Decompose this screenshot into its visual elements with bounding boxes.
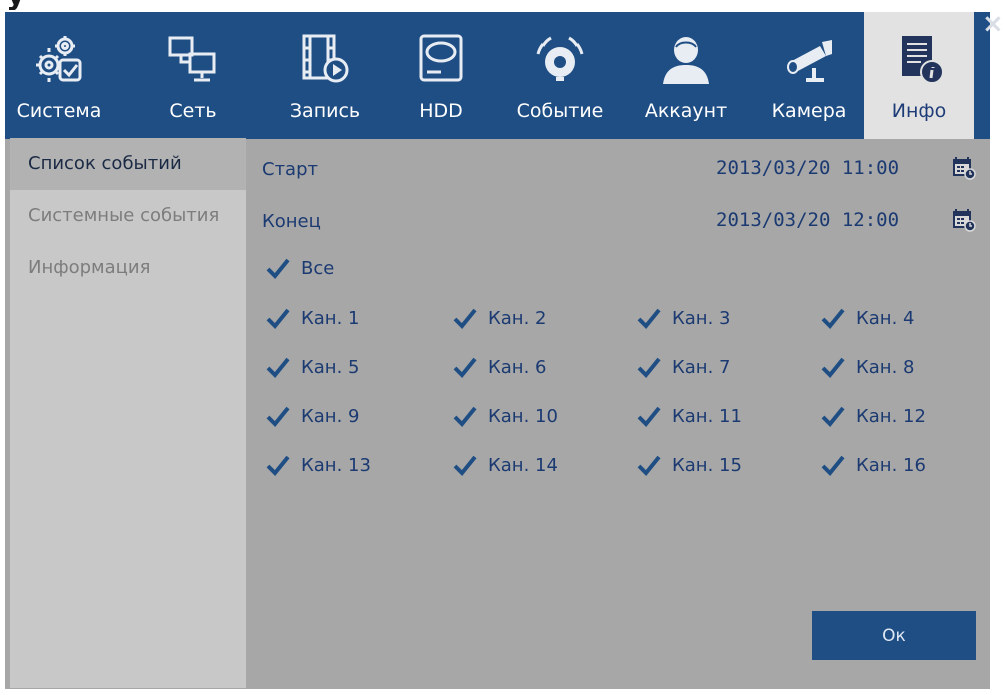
tab-hdd-label: HDD — [419, 100, 463, 122]
alarm-bell-icon — [532, 30, 588, 88]
channel-checkbox[interactable]: Кан. 15 — [636, 453, 742, 477]
channel-label: Кан. 13 — [301, 454, 371, 476]
channel-checkbox[interactable]: Кан. 6 — [452, 355, 546, 379]
tab-hdd[interactable]: HDD — [401, 12, 481, 139]
checkmark-icon — [265, 355, 291, 379]
film-record-icon — [297, 30, 353, 88]
channel-label: Кан. 4 — [856, 307, 915, 329]
sidebar: Список событий Системные события Информа… — [10, 138, 246, 688]
channel-label: Кан. 6 — [488, 356, 547, 378]
channel-label: Кан. 1 — [301, 307, 360, 329]
checkmark-icon — [636, 404, 662, 428]
hard-drive-icon — [413, 30, 469, 88]
checkmark-icon — [636, 355, 662, 379]
channel-checkbox[interactable]: Кан. 2 — [452, 306, 546, 330]
tab-info-label: Инфо — [891, 100, 947, 122]
channel-label: Кан. 14 — [488, 454, 558, 476]
tab-record[interactable]: Запись — [273, 12, 377, 139]
info-document-icon — [891, 30, 947, 88]
channel-checkbox[interactable]: Кан. 7 — [636, 355, 730, 379]
channel-checkbox[interactable]: Кан. 1 — [265, 306, 359, 330]
checkmark-icon — [265, 306, 291, 330]
checkmark-icon — [820, 453, 846, 477]
tab-record-label: Запись — [289, 100, 361, 122]
channel-checkbox[interactable]: Кан. 11 — [636, 404, 742, 428]
tab-network-label: Сеть — [169, 100, 217, 122]
channel-label: Кан. 15 — [672, 454, 742, 476]
tab-camera[interactable]: Камера — [757, 12, 861, 139]
sidebar-item-information[interactable]: Информация — [10, 242, 246, 294]
channel-label: Кан. 3 — [672, 307, 731, 329]
end-label: Конец — [262, 211, 321, 232]
event-search-panel: Старт 2013/03/20 11:00 Конец 2013/03/20 … — [252, 138, 990, 688]
channel-label: Кан. 8 — [856, 356, 915, 378]
start-label: Старт — [262, 159, 318, 180]
channel-label: Кан. 11 — [672, 405, 742, 427]
channel-label: Кан. 7 — [672, 356, 731, 378]
channel-checkbox[interactable]: Кан. 3 — [636, 306, 730, 330]
ok-button[interactable]: Ок — [812, 611, 976, 660]
tab-network[interactable]: Сеть — [145, 12, 241, 139]
tab-account[interactable]: Аккаунт — [634, 12, 738, 139]
tab-camera-label: Камера — [771, 100, 847, 122]
checkmark-icon — [265, 256, 291, 280]
page-top-strip — [0, 0, 1004, 12]
channel-label: Кан. 5 — [301, 356, 360, 378]
sidebar-item-system-events[interactable]: Системные события — [10, 190, 246, 242]
network-monitors-icon — [165, 30, 221, 88]
calendar-icon[interactable] — [952, 156, 976, 180]
channel-label: Кан. 9 — [301, 405, 360, 427]
checkmark-icon — [265, 453, 291, 477]
checkmark-icon — [820, 355, 846, 379]
channel-checkbox[interactable]: Кан. 4 — [820, 306, 914, 330]
checkmark-icon — [820, 306, 846, 330]
channel-checkbox[interactable]: Кан. 9 — [265, 404, 359, 428]
channel-checkbox[interactable]: Кан. 14 — [452, 453, 558, 477]
main-toolbar: Система Сеть Запись HDD Событие Аккаунт … — [5, 12, 990, 139]
channel-checkbox[interactable]: Кан. 16 — [820, 453, 926, 477]
tab-system[interactable]: Система — [5, 12, 113, 139]
checkmark-icon — [452, 355, 478, 379]
close-icon[interactable]: × — [982, 11, 1004, 37]
tab-account-label: Аккаунт — [644, 100, 728, 122]
end-datetime-value[interactable]: 2013/03/20 12:00 — [716, 209, 899, 231]
clipped-heading: y — [6, 0, 56, 10]
gears-check-icon — [31, 30, 87, 88]
checkmark-icon — [452, 453, 478, 477]
checkmark-icon — [452, 404, 478, 428]
channel-checkbox[interactable]: Кан. 12 — [820, 404, 926, 428]
start-datetime-value[interactable]: 2013/03/20 11:00 — [716, 157, 899, 179]
checkmark-icon — [636, 453, 662, 477]
user-account-icon — [658, 30, 714, 88]
tab-event-label: Событие — [516, 100, 604, 122]
bullet-camera-icon — [781, 30, 837, 88]
channel-checkbox[interactable]: Кан. 5 — [265, 355, 359, 379]
calendar-icon[interactable] — [952, 208, 976, 232]
all-channels-checkbox[interactable]: Все — [265, 256, 334, 280]
checkmark-icon — [452, 306, 478, 330]
checkmark-icon — [820, 404, 846, 428]
tab-event[interactable]: Событие — [508, 12, 612, 139]
tab-info[interactable]: Инфо — [864, 12, 974, 139]
sidebar-item-event-list[interactable]: Список событий — [10, 138, 246, 190]
channel-label: Кан. 12 — [856, 405, 926, 427]
tab-system-label: Система — [16, 100, 102, 122]
channel-checkbox[interactable]: Кан. 8 — [820, 355, 914, 379]
channel-checkbox[interactable]: Кан. 13 — [265, 453, 371, 477]
channel-checkbox[interactable]: Кан. 10 — [452, 404, 558, 428]
checkmark-icon — [265, 404, 291, 428]
channel-label: Кан. 10 — [488, 405, 558, 427]
all-channels-label: Все — [301, 257, 335, 279]
checkmark-icon — [636, 306, 662, 330]
channel-label: Кан. 16 — [856, 454, 926, 476]
channel-label: Кан. 2 — [488, 307, 547, 329]
